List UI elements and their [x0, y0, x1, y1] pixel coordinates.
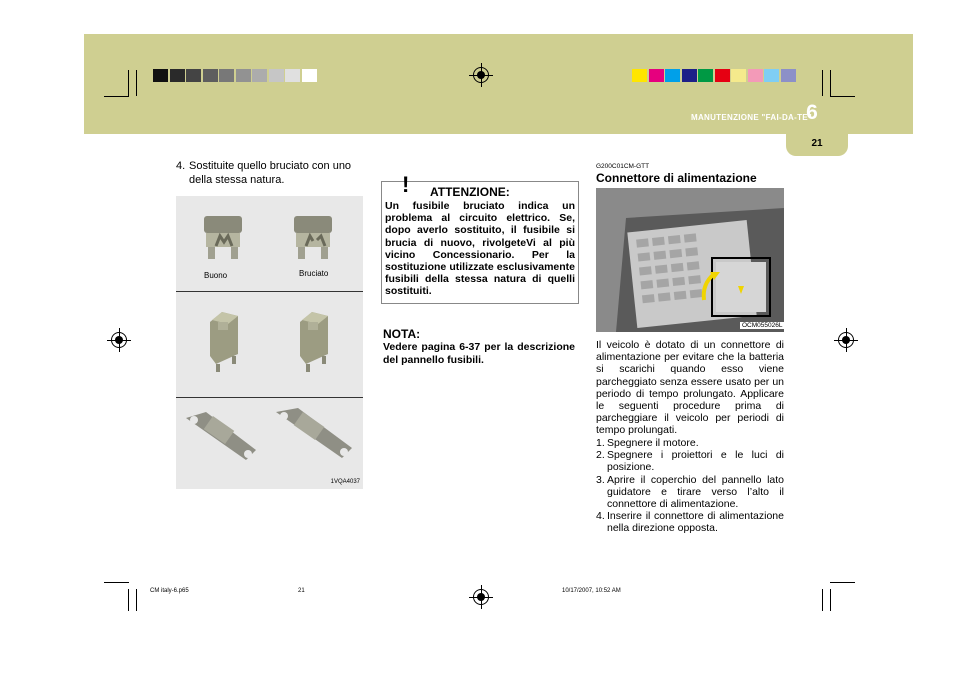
step-4: 4. Sostituite quello bruciato con uno de… [176, 160, 366, 187]
step-text: Sostituite quello bruciato con uno della… [189, 160, 352, 186]
cartridge-fuses-illustration [210, 312, 328, 372]
warning-text: Un fusibile bruciato indica un problema … [385, 200, 575, 298]
note-text: Vedere pagina 6-37 per la descrizione de… [383, 341, 575, 366]
procedure-list: 1. Spegnere il motore. 2. Spegnere i pro… [596, 437, 784, 535]
list-text: Inserire il connettore di alimentazione … [607, 510, 784, 535]
label-good: Buono [204, 271, 228, 280]
color-swatch [747, 69, 763, 82]
footer-file: CM italy-6.p65 [150, 588, 189, 594]
color-swatch [780, 69, 796, 82]
list-number: 3. [596, 473, 605, 486]
crop-mark [830, 96, 855, 97]
crop-mark [104, 96, 129, 97]
crop-mark [136, 70, 137, 96]
color-swatch [648, 69, 664, 82]
color-swatch [186, 69, 201, 82]
color-swatch [301, 69, 317, 82]
color-swatch [764, 69, 779, 82]
fuse-figure: Buono Bruciato 1VQA4037 [176, 196, 363, 489]
chapter-number: 6 [806, 101, 818, 124]
footer-page: 21 [298, 588, 305, 594]
note-title: NOTA: [383, 327, 421, 341]
color-swatch [285, 69, 300, 82]
figure-code: 1VQA4037 [330, 479, 360, 485]
crop-mark [104, 582, 129, 583]
list-text: Spegnere i proiettori e le luci di posiz… [607, 449, 784, 474]
color-swatch [219, 69, 234, 82]
step-number: 4. [176, 160, 186, 172]
body-paragraph: Il veicolo è dotato di un connettore di … [596, 339, 784, 437]
color-swatch [632, 69, 647, 82]
section-heading: Connettore di alimentazione [596, 171, 757, 185]
registration-mark-right [834, 328, 858, 352]
warning-exclamation-icon: ! [402, 172, 409, 194]
color-swatch [235, 69, 251, 82]
svg-text:!: ! [402, 172, 409, 194]
list-item: 3. Aprire il coperchio del pannello lato… [596, 474, 784, 511]
crop-mark [822, 589, 823, 611]
list-number: 1. [596, 437, 605, 449]
bolt-fuse-good-icon [186, 412, 256, 460]
color-swatch [665, 69, 680, 82]
bolt-fuse-blown-icon [276, 408, 352, 458]
color-swatch [698, 69, 713, 82]
gray-calibration-strip [153, 69, 318, 82]
label-blown: Bruciato [299, 269, 329, 278]
fuse-panel-photo [596, 188, 784, 332]
color-swatch [714, 69, 730, 82]
color-swatch [169, 69, 185, 82]
crop-mark [136, 589, 137, 611]
footer-timestamp: 10/17/2007, 10:52 AM [562, 588, 621, 594]
list-number: 4. [596, 510, 605, 523]
list-item: 2. Spegnere i proiettori e le luci di po… [596, 449, 784, 473]
list-text: Spegnere il motore. [607, 437, 699, 449]
list-number: 2. [596, 449, 605, 462]
list-item: 4. Inserire il connettore di alimentazio… [596, 510, 784, 534]
color-calibration-strip [632, 69, 797, 82]
color-swatch [153, 69, 168, 82]
color-swatch [681, 69, 697, 82]
list-text: Aprire il coperchio del pannello lato gu… [607, 473, 784, 511]
crop-mark [830, 70, 831, 96]
color-swatch [731, 69, 746, 82]
warning-title: ATTENZIONE: [430, 185, 510, 199]
crop-mark [128, 589, 129, 611]
cartridge-fuse-good-icon [210, 312, 238, 372]
color-swatch [268, 69, 284, 82]
crop-mark [830, 589, 831, 611]
registration-mark-bottom [469, 585, 493, 609]
list-item: 1. Spegnere il motore. [596, 437, 784, 449]
fuse-panel-illustration [596, 188, 784, 332]
cartridge-fuse-blown-icon [300, 312, 328, 372]
page-number: 21 [811, 138, 823, 149]
color-swatch [252, 69, 267, 82]
section-label: MANUTENZIONE "FAI-DA-TE" [690, 113, 812, 122]
good-fuse-icon [204, 216, 242, 259]
blown-fuse-icon [294, 216, 332, 259]
bolt-fuses-illustration [186, 408, 352, 460]
section-code: G200C01CM-GTT [596, 163, 650, 170]
crop-mark [128, 70, 129, 96]
registration-mark-left [107, 328, 131, 352]
photo-code: OCM055026L [740, 322, 785, 329]
crop-mark [830, 582, 855, 583]
registration-mark-top [469, 63, 493, 87]
color-swatch [202, 69, 218, 82]
crop-mark [822, 70, 823, 96]
